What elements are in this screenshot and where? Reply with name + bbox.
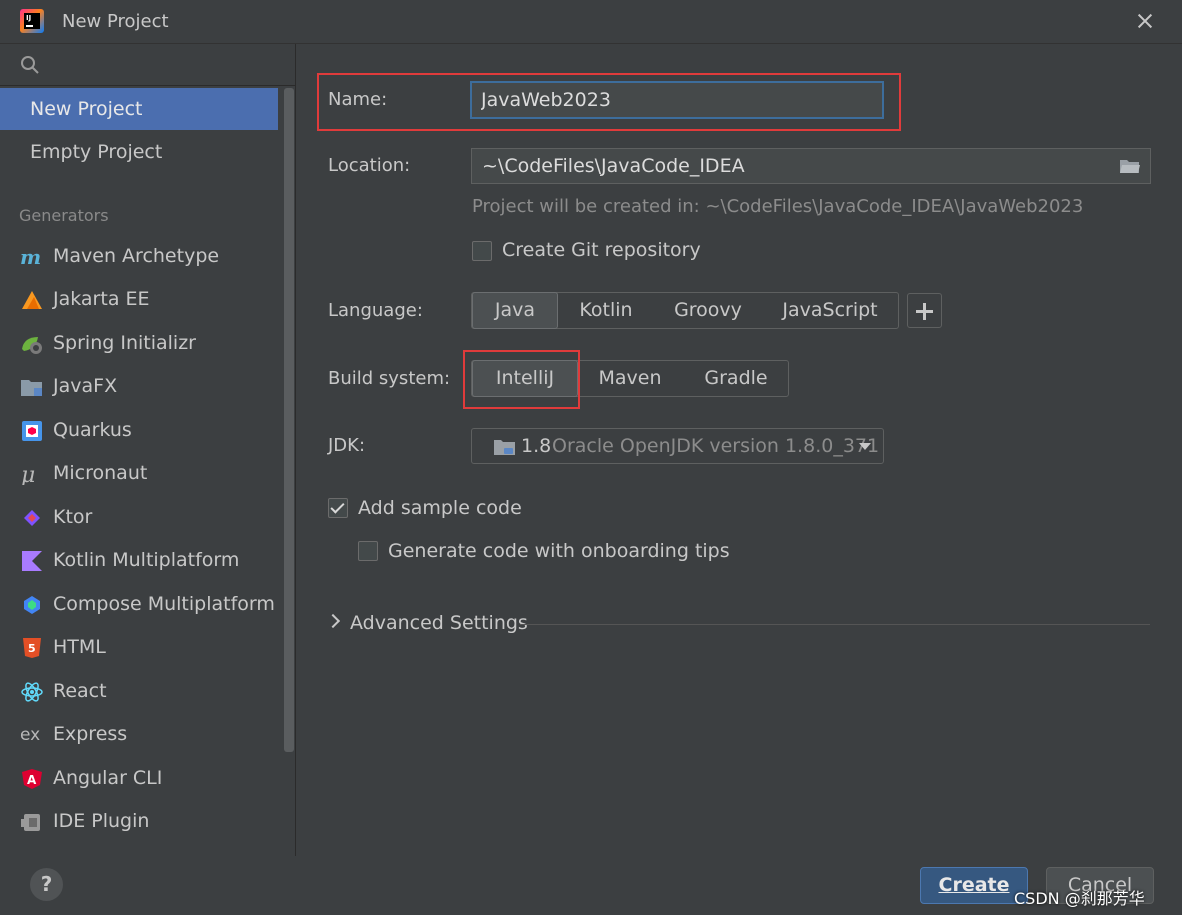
- sidebar-item-jakarta-ee[interactable]: Jakarta EE: [0, 279, 278, 319]
- create-git-label: Create Git repository: [502, 239, 701, 261]
- svg-text:A: A: [27, 773, 37, 787]
- sidebar-item-label: React: [53, 680, 107, 702]
- sidebar-item-label: Angular CLI: [53, 767, 163, 789]
- ktor-icon: [24, 510, 40, 526]
- jdk-label: JDK:: [328, 435, 366, 456]
- folder-icon[interactable]: [1119, 158, 1141, 175]
- chevron-down-icon: [859, 443, 871, 450]
- jdk-dropdown[interactable]: 1.8 Oracle OpenJDK version 1.8.0_371: [471, 428, 884, 464]
- sidebar-item-label: Express: [53, 723, 128, 745]
- jdk-name: Oracle OpenJDK version 1.8.0_371: [552, 435, 880, 457]
- sidebar-item-label: IDE Plugin: [53, 810, 150, 832]
- sidebar-item-label: Spring Initializr: [53, 332, 196, 354]
- svg-text:m: m: [20, 246, 41, 268]
- create-button[interactable]: Create: [920, 867, 1028, 904]
- location-field[interactable]: ~\CodeFiles\JavaCode_IDEA: [471, 148, 1151, 184]
- sidebar-item-ide-plugin[interactable]: IDE Plugin: [0, 801, 278, 841]
- sidebar-item-label: Maven Archetype: [53, 245, 220, 267]
- sidebar-item-maven-archetype[interactable]: m Maven Archetype: [0, 236, 278, 276]
- build-highlight-box: [463, 350, 580, 409]
- svg-text:5: 5: [28, 642, 36, 655]
- react-icon: [21, 682, 43, 702]
- javafx-icon: [21, 380, 42, 396]
- generators-section-label: Generators: [19, 206, 109, 225]
- sidebar-item-label: Kotlin Multiplatform: [53, 549, 240, 571]
- name-highlight-box: [317, 73, 901, 131]
- sidebar-item-javafx[interactable]: JavaFX: [0, 366, 278, 406]
- jakarta-ee-icon: [22, 291, 42, 309]
- sidebar-item-quarkus[interactable]: Quarkus: [0, 410, 278, 450]
- sidebar-item-label: JavaFX: [53, 375, 118, 397]
- add-sample-code-checkbox[interactable]: [328, 498, 348, 518]
- sidebar-search: [0, 44, 296, 86]
- language-option-groovy[interactable]: Groovy: [658, 293, 758, 328]
- build-option-maven[interactable]: Maven: [580, 361, 680, 396]
- jdk-folder-icon: [494, 440, 515, 455]
- svg-text:μ: μ: [21, 463, 35, 485]
- sidebar: New Project Empty Project Generators m M…: [0, 44, 296, 856]
- sidebar-item-kotlin-multiplatform[interactable]: Kotlin Multiplatform: [0, 540, 278, 580]
- compose-icon: [24, 596, 40, 614]
- window-title: New Project: [62, 11, 169, 32]
- location-label: Location:: [328, 155, 411, 176]
- watermark: CSDN @刹那芳华: [1014, 889, 1145, 908]
- language-option-java[interactable]: Java: [472, 292, 558, 329]
- onboarding-tips-checkbox[interactable]: [358, 541, 378, 561]
- sidebar-item-spring-initializr[interactable]: Spring Initializr: [0, 323, 278, 363]
- sidebar-item-label: Micronaut: [53, 462, 148, 484]
- build-option-gradle[interactable]: Gradle: [684, 361, 788, 396]
- html5-icon: 5: [23, 638, 41, 658]
- language-option-javascript[interactable]: JavaScript: [764, 293, 896, 328]
- add-sample-code-label: Add sample code: [358, 497, 522, 519]
- kotlin-icon: [22, 551, 42, 571]
- check-icon: [330, 499, 345, 514]
- quarkus-icon: [22, 421, 42, 441]
- sidebar-item-micronaut[interactable]: μ Micronaut: [0, 453, 278, 493]
- sidebar-item-react[interactable]: React: [0, 671, 278, 711]
- close-icon[interactable]: [1132, 8, 1158, 34]
- angular-icon: A: [22, 769, 42, 789]
- sidebar-item-compose-multiplatform[interactable]: Compose Multiplatform: [0, 584, 278, 624]
- sidebar-item-ktor[interactable]: Ktor: [0, 497, 278, 537]
- build-system-label: Build system:: [328, 368, 451, 389]
- sidebar-item-express[interactable]: ex Express: [0, 714, 278, 754]
- plugin-icon: [21, 814, 40, 831]
- language-selector: Java Kotlin Groovy JavaScript: [471, 292, 899, 329]
- maven-icon: m: [20, 246, 41, 268]
- sidebar-item-html[interactable]: 5 HTML: [0, 627, 278, 667]
- location-hint: Project will be created in: ~\CodeFiles\…: [472, 196, 1084, 217]
- svg-text:ex: ex: [20, 725, 40, 745]
- onboarding-tips-label: Generate code with onboarding tips: [388, 540, 730, 562]
- sidebar-item-empty-project[interactable]: Empty Project: [0, 131, 278, 173]
- advanced-settings-toggle[interactable]: Advanced Settings: [350, 612, 528, 634]
- express-icon: ex: [20, 725, 40, 745]
- sidebar-item-label: Ktor: [53, 506, 93, 528]
- sidebar-item-new-project[interactable]: New Project: [0, 88, 278, 130]
- chevron-right-icon[interactable]: [325, 613, 341, 629]
- search-input[interactable]: [48, 50, 288, 80]
- jdk-version: 1.8: [521, 435, 552, 457]
- create-git-checkbox[interactable]: [472, 241, 492, 261]
- help-button[interactable]: ?: [30, 868, 63, 901]
- sidebar-item-angular-cli[interactable]: A Angular CLI: [0, 758, 278, 798]
- language-option-kotlin[interactable]: Kotlin: [560, 293, 652, 328]
- sidebar-scrollbar[interactable]: [284, 88, 294, 752]
- spring-icon: [22, 337, 42, 354]
- sidebar-item-label: Jakarta EE: [53, 288, 150, 310]
- divider: [520, 624, 1150, 625]
- sidebar-item-label: Quarkus: [53, 419, 132, 441]
- sidebar-item-label: HTML: [53, 636, 106, 658]
- language-label: Language:: [328, 300, 423, 321]
- title-bar: IJ New Project: [0, 0, 1182, 44]
- intellij-logo-icon: IJ: [20, 9, 44, 33]
- sidebar-item-label: Compose Multiplatform: [53, 593, 275, 615]
- search-icon: [21, 56, 39, 74]
- add-language-button[interactable]: [907, 293, 942, 328]
- micronaut-icon: μ: [21, 463, 35, 485]
